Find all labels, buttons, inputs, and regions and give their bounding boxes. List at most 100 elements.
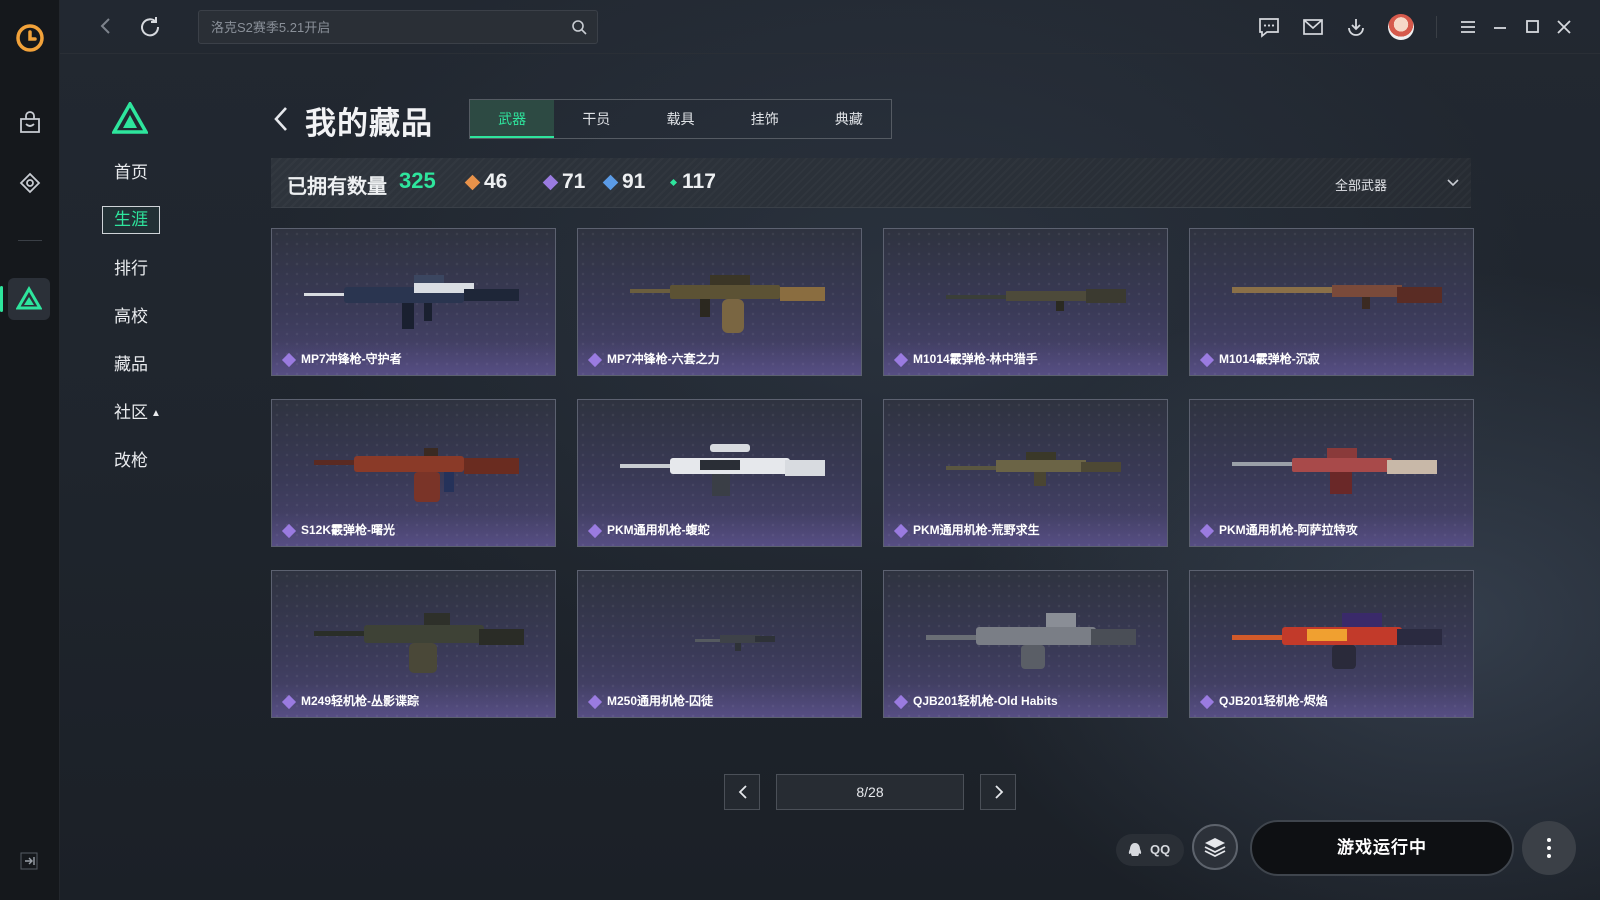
layers-icon [1204, 838, 1226, 858]
weapon-name: S12K霰弹枪-曙光 [301, 523, 396, 537]
game-tag-icon[interactable] [17, 170, 43, 196]
top-bar [60, 0, 1600, 54]
rarity-diamond-icon [893, 352, 909, 368]
tab-weapons[interactable]: 武器 [470, 100, 555, 138]
weapon-card[interactable]: PKM通用机枪-蝮蛇 [577, 399, 862, 547]
weapon-card[interactable]: QJB201轻机枪-Old Habits [883, 570, 1168, 718]
weapon-grid: MP7冲锋枪-守护者 MP7冲锋枪-六套之力 M1014霰弹枪-林中猎手 M10… [271, 228, 1474, 718]
game-running-button[interactable]: 游戏运行中 [1250, 820, 1514, 876]
weapon-image [314, 613, 524, 673]
rarity-diamond-icon [1199, 523, 1215, 539]
weapon-image [695, 635, 775, 651]
download-icon[interactable] [1344, 15, 1368, 39]
delta-logo-icon [16, 286, 42, 310]
delta-force-logo-icon [112, 102, 148, 134]
store-bag-icon[interactable] [17, 110, 43, 136]
sidenav-item-career[interactable]: 生涯 [100, 206, 220, 254]
weapon-card[interactable]: MP7冲锋枪-守护者 [271, 228, 556, 376]
mail-icon[interactable] [1301, 15, 1325, 39]
page-indicator: 8/28 [776, 774, 964, 810]
weapon-name: PKM通用机枪-荒野求生 [913, 523, 1040, 537]
weapon-card[interactable]: PKM通用机枪-阿萨拉特攻 [1189, 399, 1474, 547]
minimize-icon[interactable] [1488, 15, 1512, 39]
tab-vehicles[interactable]: 载具 [638, 100, 722, 138]
sidenav-item-college[interactable]: 高校 [100, 302, 220, 350]
rarity-count-blue: 91 [602, 170, 646, 194]
weapon-card[interactable]: M249轻机枪-丛影谍踪 [271, 570, 556, 718]
topbar-divider [1436, 16, 1437, 38]
rarity-count-value: 46 [484, 170, 508, 193]
qq-account-button[interactable]: QQ [1116, 834, 1184, 866]
weapon-filter-dropdown[interactable]: 全部武器 [1335, 172, 1465, 194]
weapon-name: QJB201轻机枪-烬焰 [1219, 694, 1328, 708]
weapon-card[interactable]: M1014霰弹枪-林中猎手 [883, 228, 1168, 376]
more-dot [1547, 854, 1551, 858]
game-version-button[interactable] [1192, 824, 1238, 870]
rail-delta-force-button[interactable] [8, 278, 50, 320]
weapon-name: M249轻机枪-丛影谍踪 [301, 694, 420, 708]
weapon-card[interactable]: S12K霰弹枪-曙光 [271, 399, 556, 547]
rail-active-indicator [0, 286, 3, 312]
rarity-diamond-icon [893, 523, 909, 539]
weapon-name: PKM通用机枪-蝮蛇 [607, 523, 710, 537]
next-page-button[interactable] [980, 774, 1016, 810]
rarity-count-value: 91 [622, 170, 646, 193]
rarity-diamond-icon [1199, 694, 1215, 710]
tab-operators[interactable]: 干员 [554, 100, 638, 138]
weapon-image [1232, 448, 1437, 494]
search-input[interactable] [211, 19, 551, 35]
weapon-name: M250通用机枪-囚徒 [607, 694, 714, 708]
qq-label: QQ [1150, 842, 1171, 857]
message-icon[interactable] [1257, 15, 1281, 39]
rarity-purple-icon [542, 174, 559, 190]
sidenav-item-label: 排行 [114, 259, 148, 278]
rarity-green-icon [669, 178, 678, 186]
rarity-diamond-icon [587, 694, 603, 710]
close-icon[interactable] [1552, 15, 1576, 39]
maximize-icon[interactable] [1520, 15, 1544, 39]
search-box [198, 10, 598, 44]
weapon-card[interactable]: PKM通用机枪-荒野求生 [883, 399, 1168, 547]
rail-divider [18, 240, 42, 241]
sidenav-item-community[interactable]: 社区 ▲ [100, 398, 220, 446]
more-dot [1547, 838, 1551, 842]
back-arrow-icon[interactable] [272, 104, 290, 134]
tab-charms[interactable]: 挂饰 [723, 100, 807, 138]
rarity-diamond-icon [587, 523, 603, 539]
prev-page-button[interactable] [724, 774, 760, 810]
rarity-diamond-icon [281, 694, 297, 710]
tab-collection[interactable]: 典藏 [807, 100, 891, 138]
weapon-name: MP7冲锋枪-守护者 [301, 352, 402, 366]
weapon-image [1232, 613, 1442, 669]
menu-icon[interactable] [1456, 15, 1480, 39]
rarity-count-purple: 71 [542, 170, 585, 194]
weapon-image [926, 613, 1136, 669]
chevron-up-icon: ▲ [151, 408, 161, 419]
more-options-button[interactable] [1522, 821, 1576, 875]
refresh-icon[interactable] [138, 14, 162, 38]
sidenav-item-label: 社区 [114, 403, 148, 422]
category-tabs: 武器 干员 载具 挂饰 典藏 [469, 99, 892, 139]
rarity-diamond-icon [587, 352, 603, 368]
search-icon[interactable] [571, 19, 587, 35]
rarity-diamond-icon [281, 523, 297, 539]
app-logo-icon[interactable] [14, 22, 46, 54]
rarity-diamond-icon [1199, 352, 1215, 368]
weapon-card[interactable]: M250通用机枪-囚徒 [577, 570, 862, 718]
collapse-sidebar-icon[interactable] [20, 852, 38, 870]
left-rail [0, 0, 60, 900]
sidenav-item-label: 首页 [114, 163, 148, 182]
sidenav-item-gunsmith[interactable]: 改枪 [100, 446, 220, 494]
rarity-gold-icon [464, 174, 481, 190]
weapon-name: PKM通用机枪-阿萨拉特攻 [1219, 523, 1358, 537]
sidenav-item-collection[interactable]: 藏品 [100, 350, 220, 398]
avatar[interactable] [1388, 14, 1414, 40]
back-nav-icon[interactable] [94, 14, 118, 38]
weapon-card[interactable]: MP7冲锋枪-六套之力 [577, 228, 862, 376]
sidenav-item-ranking[interactable]: 排行 [100, 254, 220, 302]
weapon-card[interactable]: QJB201轻机枪-烬焰 [1189, 570, 1474, 718]
weapon-card[interactable]: M1014霰弹枪-沉寂 [1189, 228, 1474, 376]
weapon-image [620, 444, 825, 496]
owned-count-label: 已拥有数量 [287, 176, 387, 198]
sidenav-item-home[interactable]: 首页 [100, 158, 220, 206]
